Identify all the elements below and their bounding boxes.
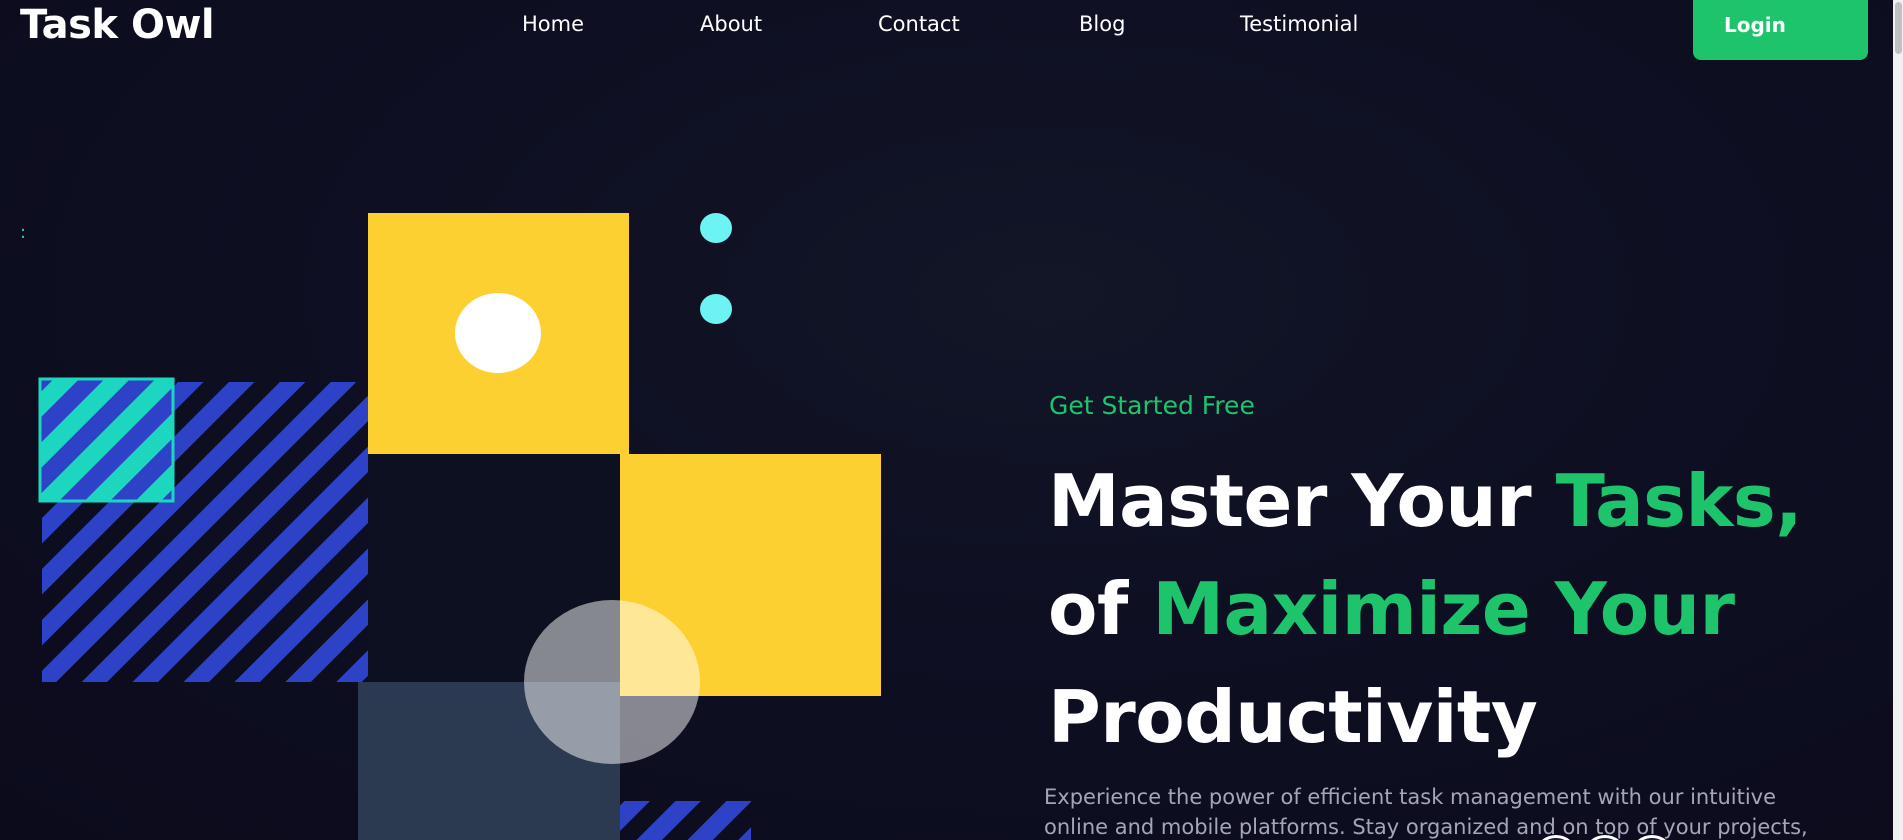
scrollbar-thumb[interactable] <box>1895 2 1902 54</box>
translucent-circle <box>524 600 700 764</box>
nav-link-testimonial[interactable]: Testimonial <box>1240 10 1358 38</box>
small-striped-block <box>620 801 751 840</box>
white-circle <box>455 293 541 373</box>
hero-description: Experience the power of efficient task m… <box>1044 782 1844 840</box>
scrollbar-track[interactable] <box>1893 0 1903 840</box>
headline-line-3: Productivity <box>1048 675 1538 759</box>
cyan-dot-bottom <box>700 294 732 324</box>
cyan-dot-top <box>700 213 732 243</box>
hero-headline: Master Your Tasks, of Maximize Your Prod… <box>1048 447 1848 771</box>
headline-line1-white: Master Your <box>1048 459 1556 543</box>
headline-line-2: of Maximize Your <box>1048 555 1848 663</box>
teal-striped-square <box>40 379 173 501</box>
description-line-2: online and mobile platforms. Stay organi… <box>1044 815 1808 839</box>
headline-line2-white: of <box>1048 567 1153 651</box>
landing-page: Task Owl Home About Contact Blog Testimo… <box>0 0 1903 840</box>
hero-illustration <box>38 213 881 840</box>
headline-line2-accent: Maximize Your <box>1152 567 1735 651</box>
nav-link-blog[interactable]: Blog <box>1079 10 1125 38</box>
hero-eyebrow: Get Started Free <box>1049 391 1255 420</box>
login-button[interactable]: Login <box>1693 0 1868 60</box>
description-line-1: Experience the power of efficient task m… <box>1044 785 1777 809</box>
headline-line1-accent: Tasks, <box>1555 459 1803 543</box>
headline-line-1: Master Your Tasks, <box>1048 447 1848 555</box>
